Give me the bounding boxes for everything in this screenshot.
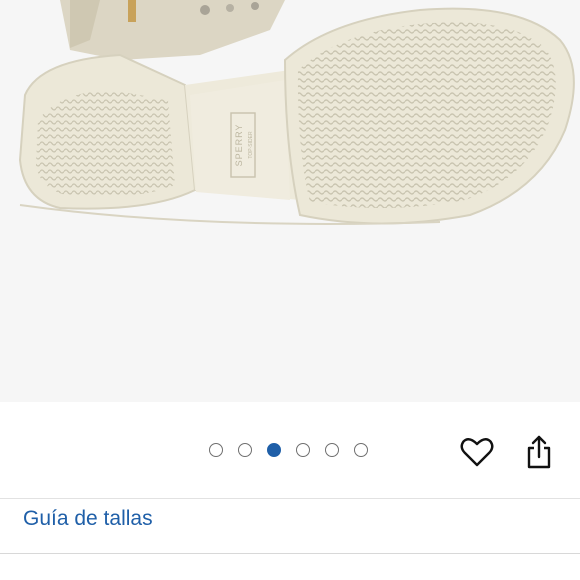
brand-stamp-line1: SPERRY: [234, 124, 244, 167]
heart-icon: [460, 438, 494, 467]
product-image[interactable]: SPERRY TOP-SIDER: [0, 0, 580, 402]
carousel-dot[interactable]: [296, 443, 310, 457]
zipper-pull: [128, 0, 136, 22]
carousel-dot[interactable]: [238, 443, 252, 457]
favorite-button[interactable]: [457, 432, 497, 472]
share-button[interactable]: [519, 432, 559, 472]
next-section: [0, 554, 580, 580]
brand-stamp-line2: TOP-SIDER: [248, 131, 254, 159]
carousel-dot[interactable]: [325, 443, 339, 457]
share-icon: [527, 435, 551, 469]
size-guide-row: Guía de tallas: [0, 498, 580, 554]
carousel-pagination: [209, 443, 368, 457]
size-guide-link[interactable]: Guía de tallas: [23, 507, 153, 531]
carousel-dot-active[interactable]: [267, 443, 281, 457]
carousel-dot[interactable]: [209, 443, 223, 457]
boot-sole-photo: SPERRY TOP-SIDER: [18, 0, 575, 225]
carousel-dot[interactable]: [354, 443, 368, 457]
